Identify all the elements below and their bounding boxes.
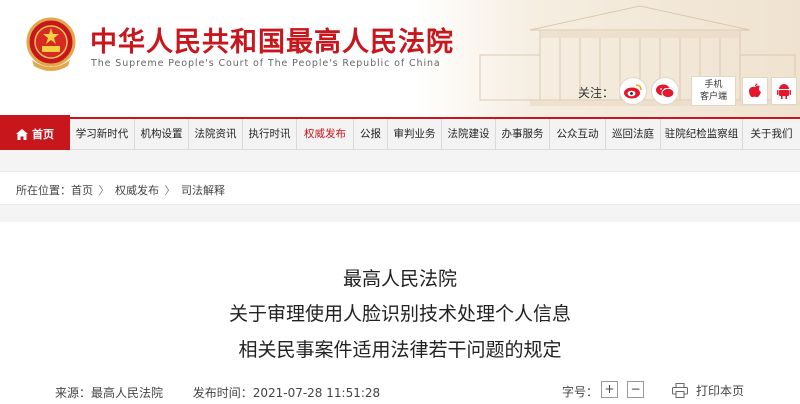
apple-icon: [749, 83, 761, 98]
source-value: 最高人民法院: [91, 386, 164, 400]
publish-time-value: 2021-07-28 11:51:28: [252, 386, 381, 400]
article-panel: 最高人民法院 关于审理使用人脸识别技术处理个人信息 相关民事案件适用法律若干问题…: [0, 222, 800, 404]
follow-label: 关注：: [578, 86, 615, 100]
font-size-label: 字号：: [562, 385, 599, 399]
site-subtitle: The Supreme People's Court of The People…: [91, 58, 441, 69]
nav-item-court-building[interactable]: 法院建设: [442, 119, 496, 150]
nav-item-releases[interactable]: 权威发布: [297, 119, 354, 150]
breadcrumb-link-home[interactable]: 首页: [71, 184, 93, 197]
mobile-client-button[interactable]: 手机 客户端: [691, 76, 736, 106]
breadcrumb-separator: 〉: [164, 184, 176, 197]
article-title-line3: 相关民事案件适用法律若干问题的规定: [238, 339, 562, 361]
court-emblem-icon: [26, 17, 76, 71]
android-app-button[interactable]: [771, 77, 797, 105]
font-decrease-button[interactable]: −: [627, 381, 644, 398]
nav-home[interactable]: 首页: [0, 115, 70, 153]
nav-item-circuit-courts[interactable]: 巡回法庭: [606, 119, 661, 150]
home-icon: [16, 128, 28, 140]
breadcrumb-separator: 〉: [98, 184, 110, 197]
site-title: 中华人民共和国最高人民法院: [90, 27, 454, 58]
weibo-icon: [624, 84, 642, 99]
wechat-button[interactable]: [651, 77, 679, 105]
print-label: 打印本页: [696, 384, 745, 398]
breadcrumb-bar: 所在位置：首页 〉 权威发布 〉 司法解释: [0, 171, 800, 205]
breadcrumb: 所在位置：首页 〉 权威发布 〉 司法解释: [16, 182, 225, 198]
nav-item-services[interactable]: 办事服务: [496, 119, 550, 150]
mobile-client-line1: 手机: [704, 80, 723, 90]
font-increase-button[interactable]: +: [601, 381, 618, 398]
nav-home-label: 首页: [32, 128, 54, 141]
breadcrumb-link-releases[interactable]: 权威发布: [115, 184, 159, 197]
printer-icon: [672, 383, 688, 398]
print-button[interactable]: 打印本页: [672, 382, 744, 399]
nav-item-study[interactable]: 学习新时代: [70, 119, 135, 150]
nav-item-organization[interactable]: 机构设置: [135, 119, 189, 150]
nav-item-court-news[interactable]: 法院资讯: [189, 119, 243, 150]
nav-item-about[interactable]: 关于我们: [743, 119, 800, 150]
android-icon: [777, 84, 791, 99]
weibo-button[interactable]: [619, 77, 647, 105]
ios-app-button[interactable]: [742, 77, 768, 105]
wechat-icon: [656, 84, 675, 99]
main-nav: 首页 学习新时代 机构设置 法院资讯 执行时讯 权威发布 公报 审判业务 法院建…: [0, 115, 800, 153]
mobile-client-line2: 客户端: [699, 92, 727, 102]
nav-item-gazette[interactable]: 公报: [354, 119, 388, 150]
breadcrumb-link-judicial-interpretation[interactable]: 司法解释: [181, 184, 225, 197]
site-header: 中华人民共和国最高人民法院 The Supreme People's Court…: [0, 0, 800, 117]
article-title-line1: 最高人民法院: [342, 268, 457, 290]
article-title-line2: 关于审理使用人脸识别技术处理个人信息: [228, 303, 571, 325]
article-meta: 来源：最高人民法院 发布时间：2021-07-28 11:51:28: [55, 384, 380, 401]
nav-item-interaction[interactable]: 公众互动: [550, 119, 606, 150]
publish-time-label: 发布时间：: [192, 386, 253, 400]
source-label: 来源：: [55, 386, 92, 400]
nav-item-inspection[interactable]: 驻院纪检监察组: [661, 119, 743, 150]
nav-item-enforcement[interactable]: 执行时讯: [243, 119, 297, 150]
breadcrumb-prefix: 所在位置：: [16, 184, 71, 197]
nav-item-trial[interactable]: 审判业务: [388, 119, 442, 150]
